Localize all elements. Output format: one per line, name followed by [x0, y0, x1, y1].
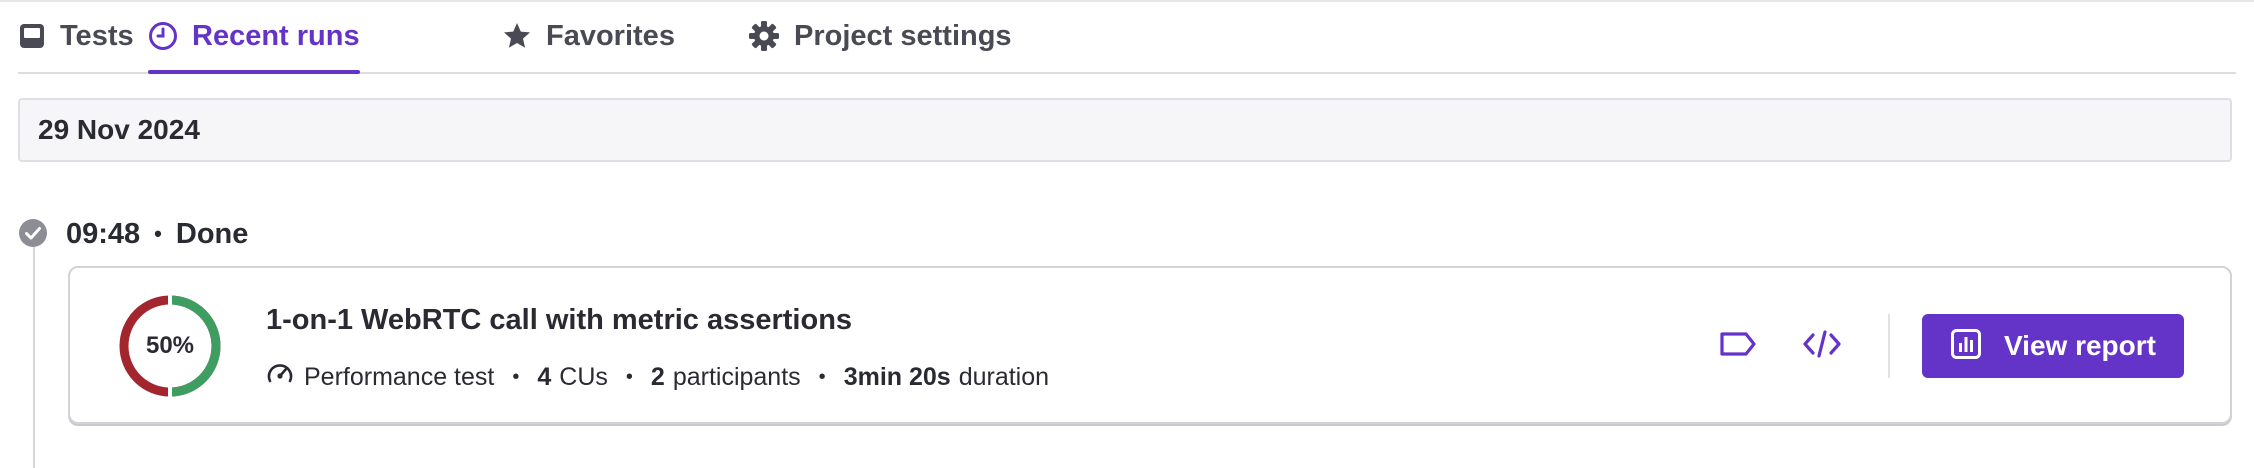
gauge-icon — [266, 360, 294, 395]
run-header: 09:48 • Done — [66, 216, 248, 252]
clock-icon — [148, 21, 178, 51]
run-status: Done — [175, 217, 249, 250]
participants-label: participants — [672, 362, 801, 391]
tab-recent-runs[interactable]: Recent runs — [148, 0, 360, 74]
test-type: Performance test — [304, 362, 495, 391]
separator-dot: • — [154, 221, 162, 246]
participants-value: 2 — [650, 362, 665, 391]
timeline-line — [33, 246, 35, 468]
actions-divider — [1888, 314, 1890, 378]
bar-chart-icon — [1950, 328, 1982, 365]
separator-dot: • — [625, 365, 633, 388]
cus-value: 4 — [537, 362, 552, 391]
check-circle-icon — [18, 218, 48, 248]
star-icon — [502, 21, 532, 51]
score-percent: 50% — [145, 332, 195, 359]
tab-bar: Tests Recent runs Favorites Project sett… — [18, 0, 2236, 74]
gear-icon — [748, 20, 780, 52]
run-card[interactable]: 50% 1-on-1 WebRTC call with metric asser… — [68, 266, 2232, 424]
duration-label: duration — [958, 362, 1050, 391]
tab-label: Recent runs — [192, 19, 360, 52]
duration-value: 3min 20s — [843, 362, 951, 391]
inbox-icon — [18, 22, 46, 50]
tab-tests[interactable]: Tests — [18, 0, 134, 72]
tag-icon — [1718, 329, 1758, 364]
tab-label: Tests — [60, 19, 134, 52]
separator-dot: • — [818, 365, 826, 388]
tab-project-settings[interactable]: Project settings — [748, 0, 1012, 72]
code-button[interactable] — [1800, 324, 1844, 368]
run-time: 09:48 — [66, 217, 141, 250]
view-report-label: View report — [2004, 330, 2156, 361]
cus-label: CUs — [559, 362, 608, 391]
date-group-header: 29 Nov 2024 — [18, 98, 2232, 162]
test-title[interactable]: 1-on-1 WebRTC call with metric assertion… — [266, 304, 852, 337]
separator-dot: • — [512, 365, 520, 388]
tab-label: Project settings — [794, 19, 1012, 52]
tab-favorites[interactable]: Favorites — [502, 0, 675, 72]
tag-button[interactable] — [1716, 324, 1760, 368]
code-icon — [1802, 329, 1842, 364]
run-metadata: Performance test • 4 CUs • 2 participant… — [266, 360, 1049, 394]
tab-label: Favorites — [546, 19, 675, 52]
date-label: 29 Nov 2024 — [38, 114, 200, 145]
view-report-button[interactable]: View report — [1922, 314, 2184, 378]
